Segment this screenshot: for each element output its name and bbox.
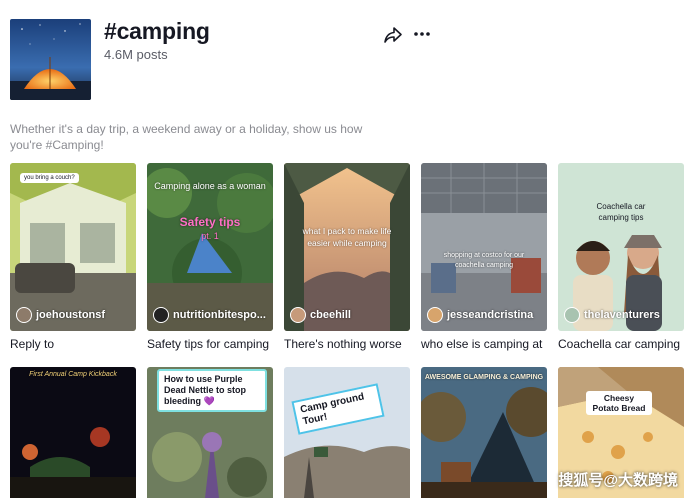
avatar xyxy=(16,307,32,323)
video-thumbnail[interactable]: you bring a couch? joehoustonsf xyxy=(10,163,136,331)
video-caption[interactable]: Coachella car camping xyxy=(558,337,684,351)
video-caption[interactable]: There's nothing worse xyxy=(284,337,410,351)
video-thumbnail[interactable]: First Annual Camp Kickback xyxy=(10,367,136,498)
share-arrow-icon[interactable] xyxy=(383,25,403,45)
reply-bubble: you bring a couch? xyxy=(20,173,79,183)
author-chip[interactable]: cbeehill xyxy=(290,307,351,323)
author-chip[interactable]: nutritionbitespo... xyxy=(153,307,266,323)
video-thumbnail[interactable]: AWESOME GLAMPING & CAMPING xyxy=(421,367,547,498)
page-title: #camping xyxy=(104,18,210,44)
ellipsis-icon[interactable] xyxy=(412,24,432,44)
avatar xyxy=(427,307,443,323)
video-card[interactable]: you bring a couch? joehoustonsf Reply to xyxy=(10,163,136,351)
avatar xyxy=(564,307,580,323)
author-name: joehoustonsf xyxy=(36,309,106,321)
video-thumbnail[interactable]: How to use Purple Dead Nettle to stop bl… xyxy=(147,367,273,498)
avatar xyxy=(290,307,306,323)
overlay-title: Coachella car camping tips xyxy=(596,202,646,222)
author-chip[interactable]: thelaventurers xyxy=(564,307,660,323)
author-name: nutritionbitespo... xyxy=(173,309,266,321)
overlay-title: Cheesy Potato Bread xyxy=(586,391,652,415)
overlay-title: How to use Purple Dead Nettle to stop bl… xyxy=(157,369,267,412)
author-name: jesseandcristina xyxy=(447,309,534,321)
video-card[interactable]: Camp ground Tour! xyxy=(284,367,410,498)
author-chip[interactable]: joehoustonsf xyxy=(16,307,105,323)
overlay-title: what I pack to make life easier while ca… xyxy=(302,226,392,248)
video-card[interactable]: shopping at costco for our coachella cam… xyxy=(421,163,547,351)
overlay-title: Camping alone as a woman xyxy=(154,181,266,191)
avatar xyxy=(153,307,169,323)
author-chip[interactable]: jesseandcristina xyxy=(427,307,533,323)
author-name: cbeehill xyxy=(310,309,351,321)
overlay-title: First Annual Camp Kickback xyxy=(29,371,117,378)
video-card[interactable]: Coachella car camping tips thelaventurer… xyxy=(558,163,684,351)
video-thumbnail[interactable]: Coachella car camping tips thelaventurer… xyxy=(558,163,684,331)
video-card[interactable]: AWESOME GLAMPING & CAMPING xyxy=(421,367,547,498)
video-thumbnail[interactable]: what I pack to make life easier while ca… xyxy=(284,163,410,331)
hashtag-description: Whether it's a day trip, a weekend away … xyxy=(10,122,363,152)
overlay-part: pt. 1 xyxy=(201,231,219,241)
post-count: 4.6M posts xyxy=(104,47,168,62)
video-card[interactable]: Camping alone as a woman Safety tips pt.… xyxy=(147,163,273,351)
video-card[interactable]: First Annual Camp Kickback xyxy=(10,367,136,498)
watermark: 搜狐号@大数跨境 xyxy=(558,472,678,489)
video-caption[interactable]: Safety tips for camping xyxy=(147,337,273,351)
video-thumbnail[interactable]: shopping at costco for our coachella cam… xyxy=(421,163,547,331)
overlay-subtitle: Safety tips xyxy=(179,215,241,229)
author-name: thelaventurers xyxy=(584,309,660,321)
video-thumbnail[interactable]: Camp ground Tour! xyxy=(284,367,410,498)
overlay-title: shopping at costco for our coachella cam… xyxy=(443,252,525,269)
video-caption[interactable]: Reply to xyxy=(10,337,136,351)
video-caption[interactable]: who else is camping at xyxy=(421,337,547,351)
video-card[interactable]: what I pack to make life easier while ca… xyxy=(284,163,410,351)
overlay-title: AWESOME GLAMPING & CAMPING xyxy=(424,374,544,381)
video-card[interactable]: How to use Purple Dead Nettle to stop bl… xyxy=(147,367,273,498)
hashtag-cover-image xyxy=(10,19,91,100)
video-thumbnail[interactable]: Camping alone as a woman Safety tips pt.… xyxy=(147,163,273,331)
